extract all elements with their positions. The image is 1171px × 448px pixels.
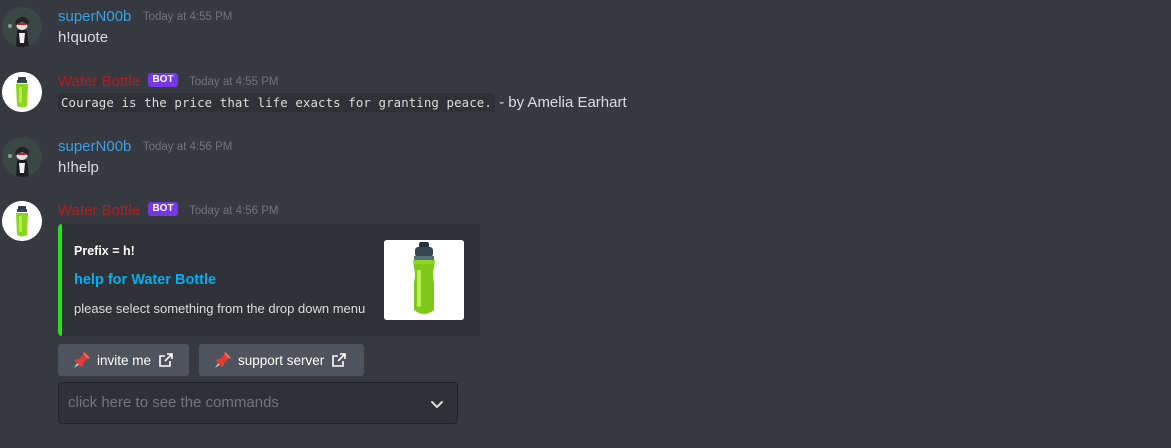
timestamp[interactable]: Today at 4:55 PM <box>143 11 233 23</box>
message-text: h!help <box>58 159 99 176</box>
embed: Prefix = h! help for Water Bottle please… <box>58 224 480 336</box>
message: superN00b Today at 4:55 PM h!quote <box>0 7 1171 51</box>
button-label: support server <box>238 352 325 368</box>
invite-me-button[interactable]: invite me <box>58 344 189 376</box>
message-text: Courage is the price that life exacts fo… <box>58 93 627 113</box>
message-text: h!quote <box>58 29 109 46</box>
chevron-down-icon <box>431 401 443 409</box>
embed-title[interactable]: help for Water Bottle <box>74 272 216 288</box>
pushpin-icon <box>74 352 90 368</box>
bot-tag: BOT <box>148 73 178 87</box>
external-link-icon <box>159 353 173 367</box>
username[interactable]: superN00b <box>58 138 131 155</box>
embed-description: please select something from the drop do… <box>74 301 366 316</box>
support-server-button[interactable]: support server <box>199 344 364 376</box>
user-avatar[interactable] <box>2 137 42 177</box>
button-label: invite me <box>97 352 152 368</box>
external-link-icon <box>332 353 347 367</box>
bot-tag: BOT <box>148 202 178 216</box>
message-header: superN00b Today at 4:56 PM <box>58 137 232 157</box>
username[interactable]: Water Bottle <box>58 202 140 219</box>
embed-author: Prefix = h! <box>74 244 135 258</box>
username[interactable]: superN00b <box>58 8 131 25</box>
water-bottle-icon <box>384 240 464 320</box>
message: Water Bottle BOT Today at 4:55 PM Courag… <box>0 72 1171 116</box>
user-avatar[interactable] <box>2 7 42 47</box>
timestamp[interactable]: Today at 4:56 PM <box>143 141 233 153</box>
message-header: superN00b Today at 4:55 PM <box>58 7 232 27</box>
inline-code: Courage is the price that life exacts fo… <box>58 93 495 112</box>
message-header: Water Bottle BOT Today at 4:56 PM <box>58 201 279 221</box>
select-placeholder: click here to see the commands <box>68 394 279 411</box>
message: superN00b Today at 4:56 PM h!help <box>0 137 1171 181</box>
bot-avatar[interactable] <box>2 72 42 112</box>
embed-thumbnail[interactable] <box>384 240 464 320</box>
timestamp[interactable]: Today at 4:56 PM <box>189 205 279 217</box>
timestamp[interactable]: Today at 4:55 PM <box>189 76 279 88</box>
quote-author: - by Amelia Earhart <box>494 94 627 111</box>
bot-avatar[interactable] <box>2 201 42 241</box>
commands-select-menu[interactable]: click here to see the commands <box>58 382 458 424</box>
pushpin-icon <box>215 352 231 368</box>
message-header: Water Bottle BOT Today at 4:55 PM <box>58 72 279 92</box>
username[interactable]: Water Bottle <box>58 73 140 90</box>
